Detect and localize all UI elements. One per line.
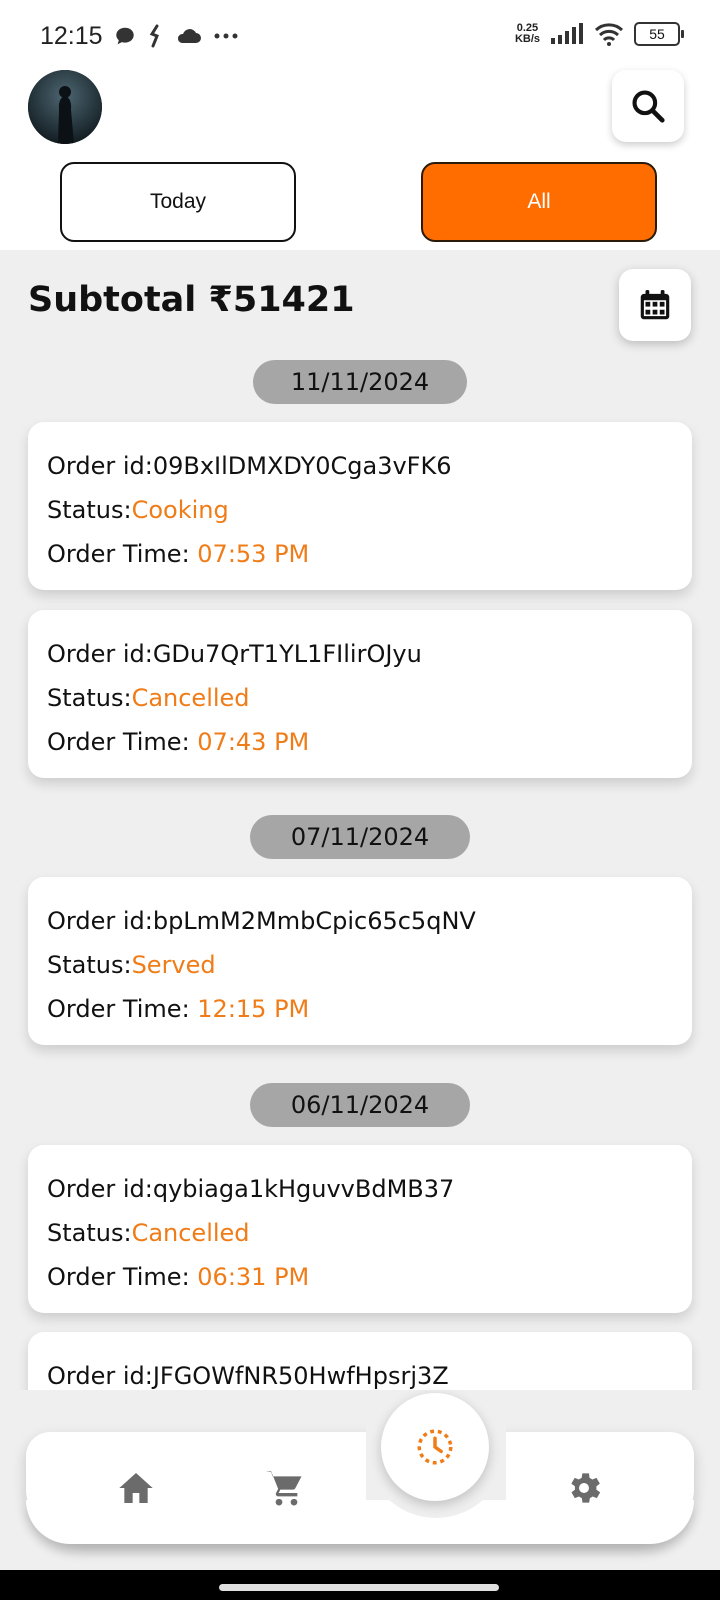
order-id-line: Order id:09BxIlDMXDY0Cga3vFK6 (47, 452, 452, 480)
tab-today[interactable]: Today (60, 162, 296, 242)
nav-history[interactable] (381, 1393, 489, 1501)
network-speed: 0.25 KB/s (515, 23, 540, 45)
order-id: GDu7QrT1YL1FIlirOJyu (152, 640, 422, 668)
more-dots-icon (214, 33, 238, 39)
home-icon (119, 1473, 153, 1503)
order-id-line: Order id:qybiaga1kHguvvBdMB37 (47, 1175, 455, 1203)
subtotal-label: Subtotal ₹51421 (28, 280, 355, 320)
avatar[interactable] (28, 70, 102, 144)
order-card[interactable]: Order id:qybiaga1kHguvvBdMB37 Status:Can… (28, 1145, 692, 1313)
order-id: 09BxIlDMXDY0Cga3vFK6 (152, 452, 452, 480)
wifi-icon (594, 23, 624, 46)
order-time-line: Order Time: 12:15 PM (47, 995, 310, 1023)
order-status-line: Status:Cancelled (47, 1219, 250, 1247)
order-time: 06:31 PM (197, 1263, 310, 1291)
date-chip: 11/11/2024 (253, 360, 467, 404)
notification-icons (114, 24, 238, 48)
order-time-line: Order Time: 06:31 PM (47, 1263, 310, 1291)
search-button[interactable] (612, 70, 684, 142)
nav-settings[interactable] (560, 1464, 608, 1512)
order-list[interactable]: 11/11/2024 Order id:09BxIlDMXDY0Cga3vFK6… (0, 356, 720, 1390)
tab-all[interactable]: All (421, 162, 657, 242)
order-id-line: Order id:GDu7QrT1YL1FIlirOJyu (47, 640, 422, 668)
date-chip: 07/11/2024 (250, 815, 470, 859)
history-icon (417, 1429, 453, 1465)
battery-indicator: 55 (634, 22, 684, 46)
order-status-line: Status:Cancelled (47, 684, 250, 712)
calendar-button[interactable] (619, 269, 691, 341)
notification-icon (149, 24, 159, 48)
order-status: Cancelled (131, 684, 250, 712)
order-status-line: Status:Cooking (47, 496, 229, 524)
order-time: 07:53 PM (197, 540, 310, 568)
order-time: 07:43 PM (197, 728, 310, 756)
status-time: 12:15 (40, 22, 103, 50)
order-time-line: Order Time: 07:53 PM (47, 540, 310, 568)
system-indicators: 0.25 KB/s 55 (515, 22, 684, 46)
order-card[interactable]: Order id:09BxIlDMXDY0Cga3vFK6 Status:Coo… (28, 422, 692, 590)
order-card[interactable]: Order id:GDu7QrT1YL1FIlirOJyu Status:Can… (28, 610, 692, 778)
cloud-icon (177, 29, 201, 43)
avatar-image (28, 70, 102, 144)
cart-icon (265, 1471, 302, 1506)
order-time: 12:15 PM (197, 995, 310, 1023)
order-id: bpLmM2MmbCpic65c5qNV (152, 907, 476, 935)
calendar-icon (640, 289, 670, 320)
order-status: Cancelled (131, 1219, 250, 1247)
nav-home[interactable] (112, 1464, 160, 1512)
order-status: Cooking (131, 496, 229, 524)
order-time-line: Order Time: 07:43 PM (47, 728, 310, 756)
order-id: qybiaga1kHguvvBdMB37 (152, 1175, 455, 1203)
home-gesture-handle[interactable] (219, 1584, 499, 1591)
search-icon (632, 90, 665, 123)
app-header: Today All (0, 70, 720, 250)
nav-cart[interactable] (260, 1464, 308, 1512)
chat-icon (116, 27, 134, 45)
settings-icon (571, 1473, 601, 1503)
signal-icon (551, 23, 583, 44)
network-speed-unit: KB/s (514, 33, 540, 45)
order-id-line: Order id:bpLmM2MmbCpic65c5qNV (47, 907, 476, 935)
status-bar: 12:15 0.25 KB/s 55 (0, 0, 720, 70)
date-chip: 06/11/2024 (250, 1083, 470, 1127)
order-id: JFGOWfNR50HwfHpsrj3Z (152, 1362, 449, 1390)
order-status-line: Status:Served (47, 951, 216, 979)
order-status: Served (131, 951, 216, 979)
order-card[interactable]: Order id:bpLmM2MmbCpic65c5qNV Status:Ser… (28, 877, 692, 1045)
order-card[interactable]: Order id:JFGOWfNR50HwfHpsrj3Z (28, 1332, 692, 1390)
order-id-line: Order id:JFGOWfNR50HwfHpsrj3Z (47, 1362, 449, 1390)
